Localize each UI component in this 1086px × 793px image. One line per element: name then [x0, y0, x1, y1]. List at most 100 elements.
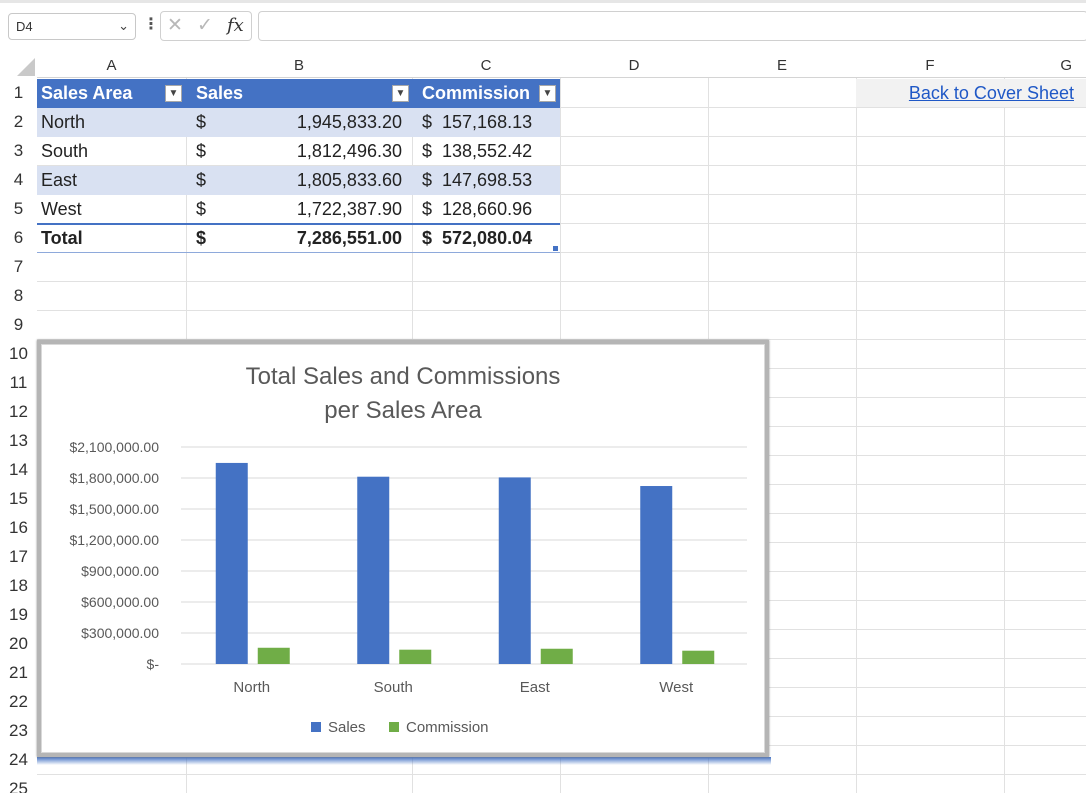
bar-commission-east — [540, 648, 573, 664]
cell-commission[interactable]: $ 147,698.53 — [412, 166, 560, 195]
cell-cur[interactable]: $ — [186, 166, 216, 195]
filter-dropdown-icon[interactable]: ▼ — [165, 85, 182, 102]
column-header-d[interactable]: D — [560, 53, 708, 78]
insert-function-icon[interactable]: fx — [227, 15, 244, 36]
table-bottom-border — [37, 252, 560, 253]
cell-sales[interactable]: 1,722,387.90 — [216, 195, 412, 224]
row-header-1[interactable]: 1 — [0, 78, 37, 107]
cell-sales[interactable]: 1,812,496.30 — [216, 137, 412, 166]
row-header-3[interactable]: 3 — [0, 136, 37, 165]
row-header-23[interactable]: 23 — [0, 716, 37, 745]
row-header-22[interactable]: 22 — [0, 687, 37, 716]
row-header-6[interactable]: 6 — [0, 223, 37, 252]
y-tick-label: $1,800,000.00 — [69, 470, 159, 486]
more-options-icon[interactable]: ⋮ — [143, 14, 159, 34]
formula-buttons: ✕ ✓ fx — [160, 11, 252, 41]
legend-swatch-commission — [389, 722, 399, 732]
cell-area[interactable]: Total — [37, 224, 186, 253]
column-header-f[interactable]: F — [856, 53, 1004, 78]
chart-shadow — [37, 757, 771, 765]
row-header-9[interactable]: 9 — [0, 310, 37, 339]
column-header-g[interactable]: G — [1004, 53, 1086, 78]
cell-area[interactable]: North — [37, 108, 186, 137]
bar-commission-west — [682, 650, 715, 664]
cell-cur[interactable]: $ — [186, 108, 216, 137]
filter-dropdown-icon[interactable]: ▼ — [392, 85, 409, 102]
row-header-24[interactable]: 24 — [0, 745, 37, 774]
cell-commission[interactable]: $ 572,080.04 — [412, 224, 560, 253]
legend-swatch-sales — [311, 722, 321, 732]
sales-commission-chart[interactable]: Total Sales and Commissions per Sales Are… — [37, 340, 769, 757]
cell-sales[interactable]: 1,805,833.60 — [216, 166, 412, 195]
row-header-4[interactable]: 4 — [0, 165, 37, 194]
grid-column-line — [856, 78, 857, 793]
y-tick-label: $900,000.00 — [81, 563, 159, 579]
row-header-5[interactable]: 5 — [0, 194, 37, 223]
cover-link-cell: Back to Cover Sheet — [856, 79, 1086, 107]
x-tick-label: West — [659, 679, 694, 696]
row-header-12[interactable]: 12 — [0, 397, 37, 426]
formula-bar: D4 ⌄ ⋮ ✕ ✓ fx — [0, 0, 1086, 46]
row-header-13[interactable]: 13 — [0, 426, 37, 455]
cell-commission[interactable]: $ 128,660.96 — [412, 195, 560, 224]
column-header-e[interactable]: E — [708, 53, 856, 78]
column-header-b[interactable]: B — [186, 53, 412, 78]
row-header-14[interactable]: 14 — [0, 455, 37, 484]
y-tick-label: $2,100,000.00 — [69, 439, 159, 455]
select-all-corner[interactable] — [0, 53, 37, 78]
column-header-c[interactable]: C — [412, 53, 560, 78]
cell-area[interactable]: West — [37, 195, 186, 224]
row-header-20[interactable]: 20 — [0, 629, 37, 658]
check-icon[interactable]: ✓ — [197, 14, 213, 37]
y-tick-label: $- — [147, 656, 160, 672]
grid-column-line — [1004, 78, 1005, 793]
back-to-cover-link[interactable]: Back to Cover Sheet — [909, 83, 1074, 104]
y-tick-label: $300,000.00 — [81, 625, 159, 641]
header-sales[interactable]: Sales ▼ — [186, 79, 412, 108]
total-row-border — [37, 223, 560, 225]
cell-cur[interactable]: $ — [186, 224, 216, 253]
row-header-19[interactable]: 19 — [0, 600, 37, 629]
column-header-a[interactable]: A — [37, 53, 186, 78]
grid-row-line — [37, 310, 1086, 311]
formula-input[interactable] — [258, 11, 1086, 41]
cell-cur[interactable]: $ — [186, 195, 216, 224]
bar-commission-north — [257, 647, 290, 664]
y-tick-label: $600,000.00 — [81, 594, 159, 610]
row-header-18[interactable]: 18 — [0, 571, 37, 600]
cell-area[interactable]: South — [37, 137, 186, 166]
corner-triangle-icon — [17, 58, 35, 76]
header-sales-area[interactable]: Sales Area ▼ — [37, 79, 186, 108]
row-header-17[interactable]: 17 — [0, 542, 37, 571]
row-header-8[interactable]: 8 — [0, 281, 37, 310]
cell-commission[interactable]: $ 157,168.13 — [412, 108, 560, 137]
cell-commission[interactable]: $ 138,552.42 — [412, 137, 560, 166]
legend-label-sales: Sales — [328, 719, 366, 736]
row-header-15[interactable]: 15 — [0, 484, 37, 513]
y-tick-label: $1,200,000.00 — [69, 532, 159, 548]
x-tick-label: South — [374, 679, 413, 696]
chart-title: Total Sales and Commissions — [246, 363, 561, 390]
cell-area[interactable]: East — [37, 166, 186, 195]
cancel-icon[interactable]: ✕ — [167, 14, 183, 37]
y-tick-label: $1,500,000.00 — [69, 501, 159, 517]
name-box[interactable]: D4 ⌄ — [8, 13, 136, 40]
legend-label-commission: Commission — [406, 719, 489, 736]
chevron-down-icon[interactable]: ⌄ — [118, 18, 129, 34]
ribbon-divider — [0, 0, 1086, 3]
row-header-11[interactable]: 11 — [0, 368, 37, 397]
bar-sales-west — [640, 486, 673, 664]
row-header-21[interactable]: 21 — [0, 658, 37, 687]
grid-row-line — [37, 281, 1086, 282]
row-header-7[interactable]: 7 — [0, 252, 37, 281]
row-header-16[interactable]: 16 — [0, 513, 37, 542]
row-header-25[interactable]: 25 — [0, 774, 37, 793]
header-commission[interactable]: Commission ▼ — [412, 79, 560, 108]
row-header-2[interactable]: 2 — [0, 107, 37, 136]
row-header-10[interactable]: 10 — [0, 339, 37, 368]
cell-sales[interactable]: 1,945,833.20 — [216, 108, 412, 137]
filter-dropdown-icon[interactable]: ▼ — [539, 85, 556, 102]
cell-cur[interactable]: $ — [186, 137, 216, 166]
table-resize-handle[interactable] — [553, 246, 558, 251]
cell-sales[interactable]: 7,286,551.00 — [216, 224, 412, 253]
